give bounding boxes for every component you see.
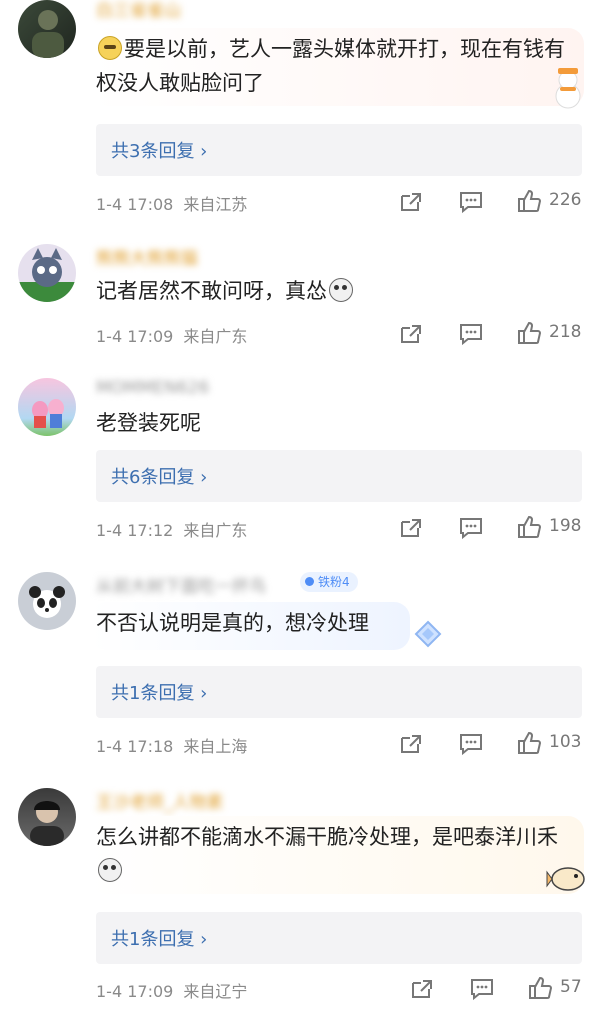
timestamp: 1-4 17:18 [96, 737, 174, 756]
comment-icon[interactable] [458, 322, 484, 346]
panda-avatar-icon [29, 586, 65, 618]
fan-badge: 铁粉4 [300, 572, 358, 592]
thumbs-up-icon[interactable] [516, 189, 542, 213]
reply-count-link[interactable]: 共1条回复 › [96, 912, 582, 964]
avatar[interactable] [18, 572, 76, 630]
comment-icon[interactable] [458, 732, 484, 756]
reply-count-link[interactable]: 共6条回复 › [96, 450, 582, 502]
comment-meta: 1-4 17:08 来自江苏 [96, 191, 247, 215]
thumbs-up-icon[interactable] [516, 321, 542, 345]
timestamp: 1-4 17:08 [96, 195, 174, 214]
thumbs-up-icon[interactable] [527, 976, 553, 1000]
location: 来自广东 [183, 327, 248, 346]
comment-meta: 1-4 17:09 来自辽宁 [96, 978, 247, 1002]
comment-icon[interactable] [458, 190, 484, 214]
comment-meta: 1-4 17:18 来自上海 [96, 733, 247, 757]
person-photo-avatar-icon [30, 801, 64, 846]
dark-photo-avatar-icon [32, 10, 64, 58]
scared-emoji-icon [98, 858, 122, 882]
avatar[interactable] [18, 378, 76, 436]
like-count: 103 [549, 732, 582, 752]
thumbs-up-icon[interactable] [516, 731, 542, 755]
share-icon[interactable] [398, 516, 424, 540]
comment-text: 老登装死呢 [96, 411, 201, 435]
comment-icon[interactable] [469, 977, 495, 1001]
like-count: 218 [549, 322, 582, 342]
username[interactable]: MOMMEN626 [96, 378, 209, 398]
share-icon[interactable] [398, 190, 424, 214]
like-count: 198 [549, 516, 582, 536]
timestamp: 1-4 17:09 [96, 327, 174, 346]
share-icon[interactable] [398, 732, 424, 756]
reply-count-link[interactable]: 共1条回复 › [96, 666, 582, 718]
username[interactable]: 王沙老师_人物素 [96, 788, 224, 813]
peppa-pig-avatar-icon [32, 399, 64, 428]
location: 来自上海 [183, 737, 248, 756]
comment-text: 要是以前，艺人一露头媒体就开打，现在有钱有权没人敢贴脸问了 [96, 36, 565, 95]
share-icon[interactable] [398, 322, 424, 346]
scared-emoji-icon [329, 278, 353, 302]
username[interactable]: 从前大树下面吃一抔鸟 [96, 572, 266, 597]
location: 来自广东 [183, 521, 248, 540]
location: 来自江苏 [183, 195, 248, 214]
avatar[interactable] [18, 0, 76, 58]
cartoon-cat-avatar-icon [18, 248, 76, 302]
comment-text: 不否认说明是真的，想冷处理 [96, 611, 369, 635]
thumbs-up-icon[interactable] [516, 515, 542, 539]
comment-meta: 1-4 17:09 来自广东 [96, 323, 247, 347]
username[interactable]: 熊熊大熊熊猫 [96, 244, 198, 269]
avatar[interactable] [18, 244, 76, 302]
comment-icon[interactable] [458, 516, 484, 540]
comment-meta: 1-4 17:12 来自广东 [96, 517, 247, 541]
avatar[interactable] [18, 788, 76, 846]
crying-laugh-emoji-icon [98, 36, 122, 60]
timestamp: 1-4 17:09 [96, 982, 174, 1001]
comment-text: 记者居然不敢问呀，真怂 [96, 274, 566, 308]
timestamp: 1-4 17:12 [96, 521, 174, 540]
username[interactable]: 白三省雀山 [96, 0, 181, 21]
comment-text: 怎么讲都不能滴水不漏干脆冷处理，是吧泰洋川禾 [96, 820, 566, 888]
share-icon[interactable] [409, 977, 435, 1001]
reply-count-link[interactable]: 共3条回复 › [96, 124, 582, 176]
like-count: 57 [560, 977, 582, 997]
location: 来自辽宁 [183, 982, 248, 1001]
like-count: 226 [549, 190, 582, 210]
